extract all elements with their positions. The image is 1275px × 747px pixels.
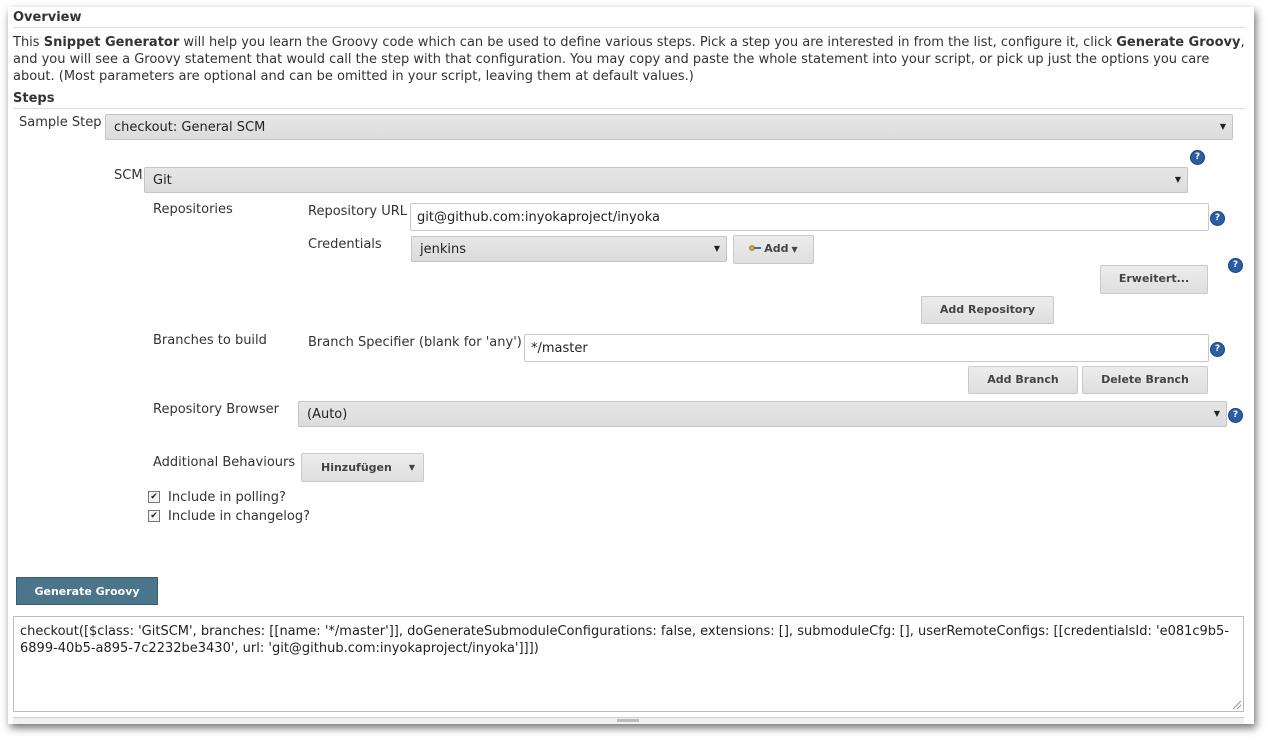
- chevron-down-icon: ▼: [791, 245, 798, 254]
- resize-grip-icon[interactable]: [1233, 701, 1241, 709]
- repository-browser-select[interactable]: (Auto) ▼: [298, 401, 1227, 427]
- chevron-down-icon: ▼: [1174, 175, 1181, 184]
- branch-specifier-value: */master: [531, 341, 588, 356]
- credentials-label: Credentials: [308, 237, 382, 252]
- groovy-output-text: checkout([$class: 'GitSCM', branches: [[…: [20, 624, 1230, 656]
- overview-title: Overview: [13, 10, 82, 25]
- include-polling-label: Include in polling?: [168, 490, 286, 505]
- credentials-value: jenkins: [420, 242, 467, 257]
- help-icon[interactable]: ?: [1190, 150, 1205, 165]
- sample-step-select[interactable]: checkout: General SCM ▼: [105, 114, 1233, 140]
- checkbox-checked-icon: ✔: [150, 511, 158, 521]
- key-icon: [749, 235, 762, 251]
- steps-title: Steps: [13, 91, 55, 106]
- generate-groovy-button[interactable]: Generate Groovy: [16, 577, 158, 605]
- help-icon[interactable]: ?: [1210, 342, 1225, 357]
- advanced-button[interactable]: Erweitert...: [1100, 265, 1208, 294]
- chevron-down-icon: ▼: [713, 244, 720, 253]
- branches-to-build-label: Branches to build: [153, 333, 267, 348]
- sample-step-value: checkout: General SCM: [114, 120, 266, 135]
- repository-browser-value: (Auto): [307, 407, 348, 422]
- chevron-down-icon: ▼: [1219, 122, 1226, 131]
- add-repository-button[interactable]: Add Repository: [921, 296, 1054, 324]
- help-icon[interactable]: ?: [1228, 408, 1243, 423]
- repository-browser-label: Repository Browser: [153, 402, 279, 417]
- branch-specifier-input[interactable]: */master: [524, 334, 1209, 362]
- groovy-output-textarea[interactable]: checkout([$class: 'GitSCM', branches: [[…: [13, 616, 1244, 712]
- repository-url-label: Repository URL: [308, 204, 408, 219]
- hinzufuegen-label: Hinzufügen: [321, 461, 392, 474]
- help-icon[interactable]: ?: [1210, 211, 1225, 226]
- overview-divider: [13, 27, 1245, 28]
- include-changelog-label: Include in changelog?: [168, 509, 310, 524]
- overview-description: This Snippet Generator will help you lea…: [13, 35, 1245, 84]
- add-branch-button[interactable]: Add Branch: [968, 366, 1078, 394]
- credentials-select[interactable]: jenkins ▼: [411, 236, 727, 262]
- delete-branch-button[interactable]: Delete Branch: [1082, 366, 1208, 394]
- sample-step-label: Sample Step: [19, 115, 102, 130]
- snippet-generator-window: Overview This Snippet Generator will hel…: [8, 7, 1254, 724]
- repository-url-value: git@github.com:inyokaproject/inyoka: [417, 210, 660, 225]
- include-polling-checkbox[interactable]: ✔: [148, 491, 160, 503]
- scm-label: SCM: [114, 168, 143, 183]
- horizontal-scrollbar[interactable]: [13, 717, 1244, 724]
- branch-specifier-label: Branch Specifier (blank for 'any'): [308, 335, 522, 350]
- repositories-label: Repositories: [153, 202, 233, 217]
- repository-url-input[interactable]: git@github.com:inyokaproject/inyoka: [410, 203, 1209, 231]
- steps-divider: [13, 108, 1245, 109]
- help-icon[interactable]: ?: [1228, 258, 1243, 273]
- add-credentials-button[interactable]: Add ▼: [733, 235, 814, 264]
- chevron-down-icon: ▼: [408, 463, 415, 472]
- add-credentials-label: Add: [764, 242, 789, 255]
- scm-select[interactable]: Git ▼: [144, 167, 1188, 193]
- chevron-down-icon: ▼: [1213, 409, 1220, 418]
- checkbox-checked-icon: ✔: [150, 492, 158, 502]
- scrollbar-thumb[interactable]: [617, 719, 639, 722]
- additional-behaviours-label: Additional Behaviours: [153, 455, 296, 470]
- scm-value: Git: [153, 173, 172, 188]
- hinzufuegen-button[interactable]: Hinzufügen ▼: [301, 453, 424, 482]
- include-changelog-checkbox[interactable]: ✔: [148, 510, 160, 522]
